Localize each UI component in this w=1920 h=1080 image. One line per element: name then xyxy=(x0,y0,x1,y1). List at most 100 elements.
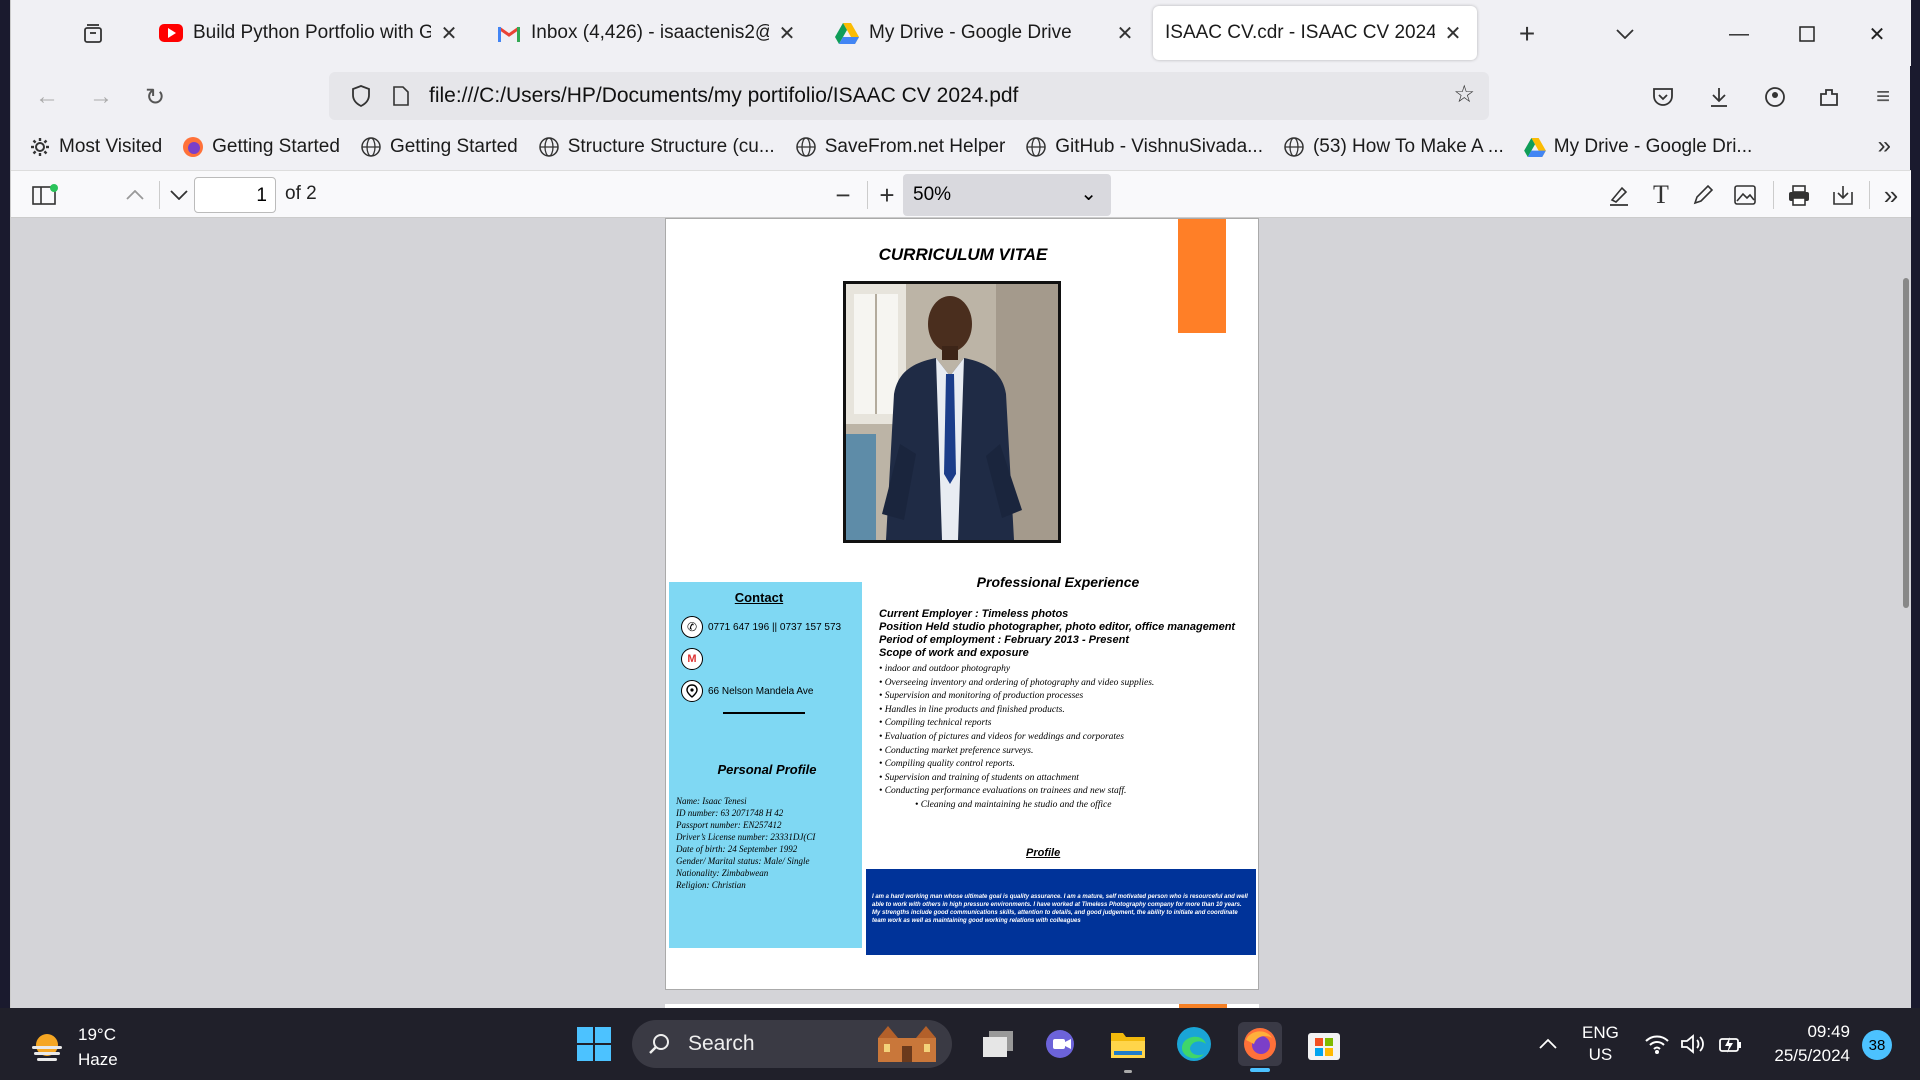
wifi-icon[interactable] xyxy=(1644,1008,1670,1080)
period: Period of employment : February 2013 - P… xyxy=(879,634,1130,646)
show-hidden-icons-chevron[interactable] xyxy=(1538,1008,1558,1080)
gear-icon xyxy=(29,136,51,158)
bookmark-most-visited[interactable]: Most Visited xyxy=(29,136,162,158)
duty-item: • Evaluation of pictures and videos for … xyxy=(879,731,1124,742)
navigation-bar: ← → ↻ file:///C:/Users/HP/Documents/my p… xyxy=(11,70,1911,124)
duty-item: • Supervision and monitoring of producti… xyxy=(879,691,1084,702)
edge-browser-icon[interactable] xyxy=(1172,1022,1216,1066)
close-window-icon[interactable]: ✕ xyxy=(1857,14,1897,54)
firefox-taskbar-icon[interactable] xyxy=(1238,1022,1282,1066)
reload-icon[interactable]: ↻ xyxy=(133,75,177,119)
page-number-input[interactable]: 1 xyxy=(194,177,276,213)
tools-chevron-icon[interactable]: » xyxy=(1873,177,1909,213)
zoom-out-icon[interactable]: − xyxy=(825,177,861,213)
bookmark-structure[interactable]: Structure Structure (cu... xyxy=(538,136,775,158)
tab-pdf-active[interactable]: ISAAC CV.cdr - ISAAC CV 2024.pdf ✕ xyxy=(1153,6,1477,60)
bookmark-how-to-make[interactable]: (53) How To Make A ... xyxy=(1283,136,1504,158)
profile-line: Gender/ Marital status: Male/ Single xyxy=(676,856,810,866)
sidebar-toggle-icon[interactable] xyxy=(27,177,63,213)
pdf-viewer[interactable]: CURRICULUM VITAE Contact ✆ 0771 647 196 … xyxy=(11,218,1911,1008)
clock[interactable]: 09:49 25/5/2024 xyxy=(1760,1020,1850,1068)
region-code: US xyxy=(1588,1045,1613,1064)
tab-google-drive[interactable]: My Drive - Google Drive ✕ xyxy=(823,6,1149,60)
duty-item: • Supervision and training of students o… xyxy=(879,772,1079,783)
extensions-icon[interactable] xyxy=(1807,75,1851,119)
task-view-icon[interactable] xyxy=(976,1022,1020,1066)
profile-line: ID number: 63 2071748 H 42 xyxy=(676,808,784,818)
profile-photo xyxy=(843,281,1061,543)
tab-overview-icon[interactable] xyxy=(73,14,113,54)
address-bar[interactable]: file:///C:/Users/HP/Documents/my portifo… xyxy=(329,72,1489,120)
forward-arrow-icon[interactable]: → xyxy=(79,75,123,119)
search-label: Search xyxy=(688,1032,755,1055)
page-icon xyxy=(381,76,421,116)
text-tool-icon[interactable]: T xyxy=(1643,177,1679,213)
windows-start-icon[interactable] xyxy=(572,1022,616,1066)
duty-item: • Conducting market preference surveys. xyxy=(879,745,1034,756)
scrollbar-thumb[interactable] xyxy=(1903,278,1909,608)
back-arrow-icon[interactable]: ← xyxy=(25,75,69,119)
file-explorer-icon[interactable] xyxy=(1106,1022,1150,1066)
taskbar-search[interactable]: Search xyxy=(632,1020,952,1068)
print-icon[interactable] xyxy=(1781,177,1817,213)
notification-badge[interactable]: 38 xyxy=(1862,1030,1892,1060)
close-tab-icon[interactable]: ✕ xyxy=(775,21,799,46)
close-tab-icon[interactable]: ✕ xyxy=(437,21,461,46)
zoom-in-icon[interactable]: + xyxy=(869,177,905,213)
running-indicator xyxy=(1124,1070,1132,1073)
account-icon[interactable] xyxy=(1753,75,1797,119)
volume-icon[interactable] xyxy=(1680,1008,1706,1080)
google-drive-icon xyxy=(1523,136,1546,158)
divider xyxy=(723,712,805,714)
hazy-sun-icon xyxy=(32,1034,62,1061)
previous-page-icon[interactable] xyxy=(117,177,153,213)
input-language[interactable]: ENG US xyxy=(1582,1008,1619,1080)
shield-icon[interactable] xyxy=(341,76,381,116)
bookmark-getting-started-firefox[interactable]: Getting Started xyxy=(182,136,340,158)
meet-video-icon[interactable] xyxy=(1040,1022,1084,1066)
taskbar: 19°C Haze Search ENG US 09:49 25/5/2024 … xyxy=(0,1008,1920,1080)
globe-icon xyxy=(1283,136,1305,158)
profile-summary-text: I am a hard working man whose ultimate g… xyxy=(872,894,1248,924)
bookmark-label: Getting Started xyxy=(389,136,518,157)
minimize-icon[interactable]: — xyxy=(1719,14,1759,54)
close-tab-icon[interactable]: ✕ xyxy=(1441,21,1465,46)
menu-icon[interactable]: ≡ xyxy=(1861,75,1905,119)
profile-line: Date of birth: 24 September 1992 xyxy=(676,844,798,854)
globe-icon xyxy=(795,136,817,158)
bookmark-star-icon[interactable]: ☆ xyxy=(1453,80,1475,109)
profile-line: Nationality: Zimbabwean xyxy=(676,868,769,878)
separator xyxy=(1869,181,1870,209)
scrollbar[interactable] xyxy=(1899,218,1911,1008)
maximize-icon[interactable] xyxy=(1787,14,1827,54)
close-tab-icon[interactable]: ✕ xyxy=(1113,21,1137,46)
personal-profile-heading: Personal Profile xyxy=(717,762,817,777)
battery-icon[interactable] xyxy=(1718,1008,1744,1080)
list-tabs-chevron-icon[interactable] xyxy=(1605,14,1645,54)
zoom-select[interactable]: 50% ⌄ xyxy=(903,174,1111,216)
image-icon[interactable] xyxy=(1727,177,1763,213)
save-download-icon[interactable] xyxy=(1825,177,1861,213)
microsoft-store-icon[interactable] xyxy=(1302,1022,1346,1066)
tab-youtube[interactable]: Build Python Portfolio with Gith ✕ xyxy=(147,6,473,60)
bookmark-github[interactable]: GitHub - VishnuSivada... xyxy=(1025,136,1263,158)
new-tab-icon[interactable]: + xyxy=(1507,14,1547,54)
next-page-icon[interactable] xyxy=(161,177,197,213)
tab-title: Inbox (4,426) - isaactenis2@gm xyxy=(531,22,769,43)
bookmark-getting-started[interactable]: Getting Started xyxy=(360,136,518,158)
more-bookmarks-chevron-icon[interactable]: » xyxy=(1878,132,1891,160)
bookmark-label: SaveFrom.net Helper xyxy=(824,136,1006,157)
highlight-icon[interactable] xyxy=(1601,177,1637,213)
weather-widget[interactable]: 19°C Haze xyxy=(28,1022,118,1072)
experience-heading: Professional Experience xyxy=(976,574,1140,590)
pocket-icon[interactable] xyxy=(1641,75,1685,119)
downloads-icon[interactable] xyxy=(1697,75,1741,119)
gmail-icon xyxy=(497,21,521,45)
duty-item: • Compiling quality control reports. xyxy=(879,759,1015,770)
page-total: of 2 xyxy=(285,183,317,204)
bookmark-my-drive[interactable]: My Drive - Google Dri... xyxy=(1523,136,1752,158)
bookmark-savefrom[interactable]: SaveFrom.net Helper xyxy=(795,136,1006,158)
separator xyxy=(159,181,160,209)
tab-gmail[interactable]: Inbox (4,426) - isaactenis2@gm ✕ xyxy=(485,6,811,60)
draw-icon[interactable] xyxy=(1685,177,1721,213)
